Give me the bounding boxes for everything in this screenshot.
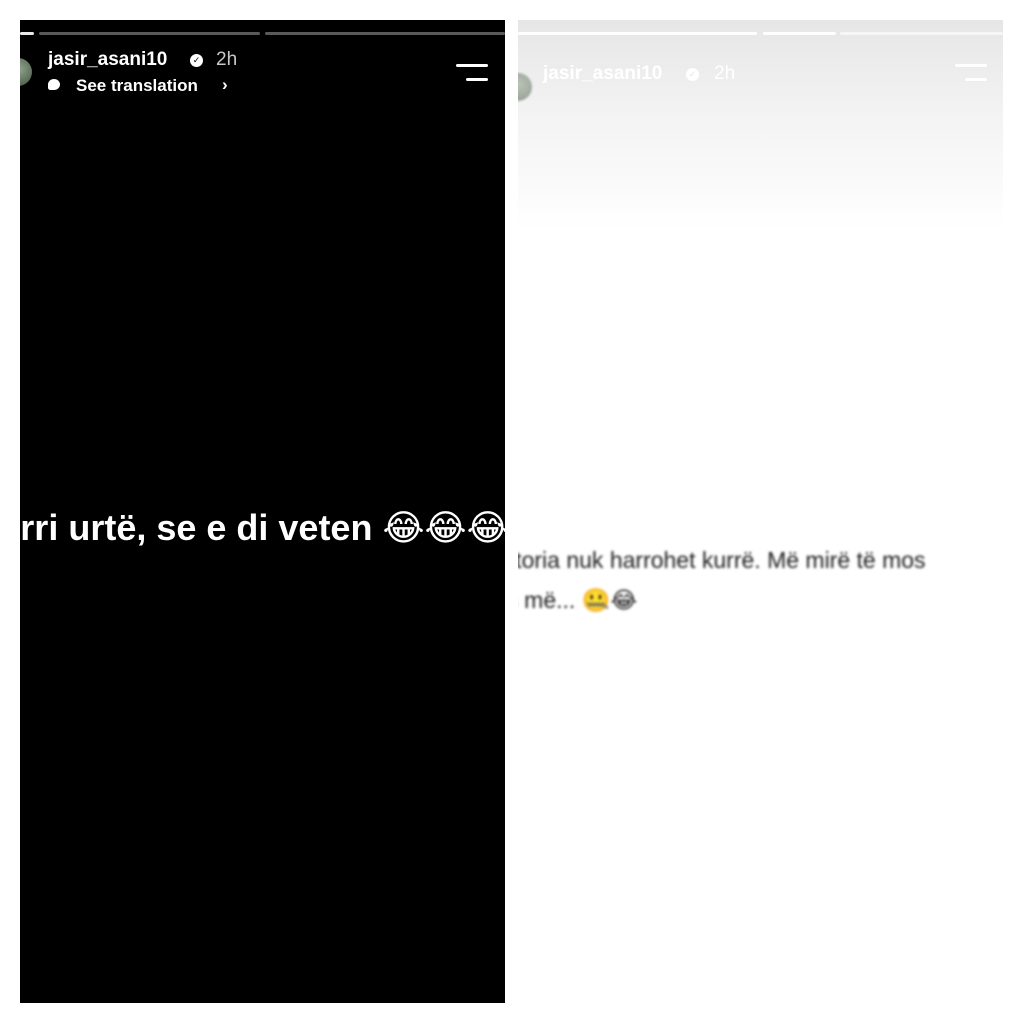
post-time: 2h [714,63,736,84]
story-text-line-2: flas më... 🤐😂 [518,587,638,613]
progress-segment [518,32,757,35]
story-text-line-1: Historia nuk harrohet kurrë. Më mirë të … [518,547,926,573]
username[interactable]: jasir_asani10 [48,49,167,71]
progress-segment [39,32,260,35]
story-panel-right: jasir_asani10 ✓ 2h Historia nuk harrohet… [518,20,1003,1003]
avatar[interactable] [20,58,32,86]
progress-segment [840,32,1003,35]
post-time: 2h [216,49,238,70]
story-text: Po rri urtë, se e di veten 😂😂😂😂 [20,507,505,548]
header-gradient [518,20,1003,230]
story-text: Historia nuk harrohet kurrë. Më mirë të … [518,540,1003,620]
menu-icon[interactable] [955,64,987,84]
story-progress [518,32,1003,35]
speech-bubble-icon [48,79,60,90]
menu-icon[interactable] [456,64,488,84]
verified-badge-icon: ✓ [190,54,203,67]
progress-segment [265,32,505,35]
chevron-right-icon: › [222,75,228,94]
story-progress [20,32,505,35]
username[interactable]: jasir_asani10 [543,63,662,85]
verified-badge-icon: ✓ [686,68,699,81]
see-translation-label: See translation [76,76,198,95]
progress-segment [763,32,836,35]
story-panel-left: jasir_asani10 ✓ 2h See translation › Po … [20,20,505,1003]
progress-segment [20,32,34,35]
